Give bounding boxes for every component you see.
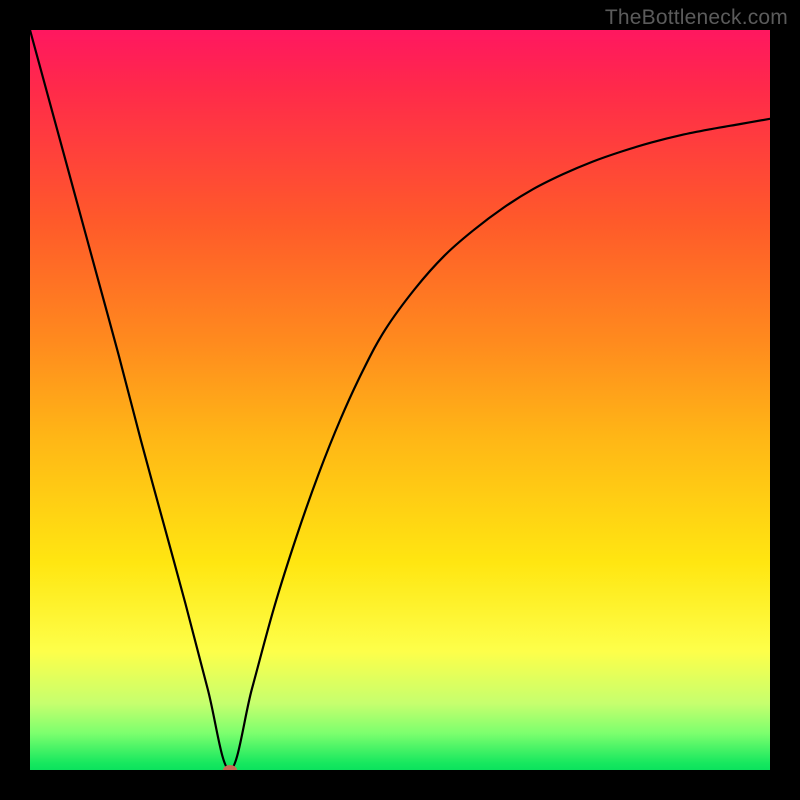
bottleneck-curve <box>30 30 770 770</box>
watermark-text: TheBottleneck.com <box>605 6 788 30</box>
optimum-marker <box>223 765 237 770</box>
chart-root: TheBottleneck.com <box>0 0 800 800</box>
plot-area <box>30 30 770 770</box>
